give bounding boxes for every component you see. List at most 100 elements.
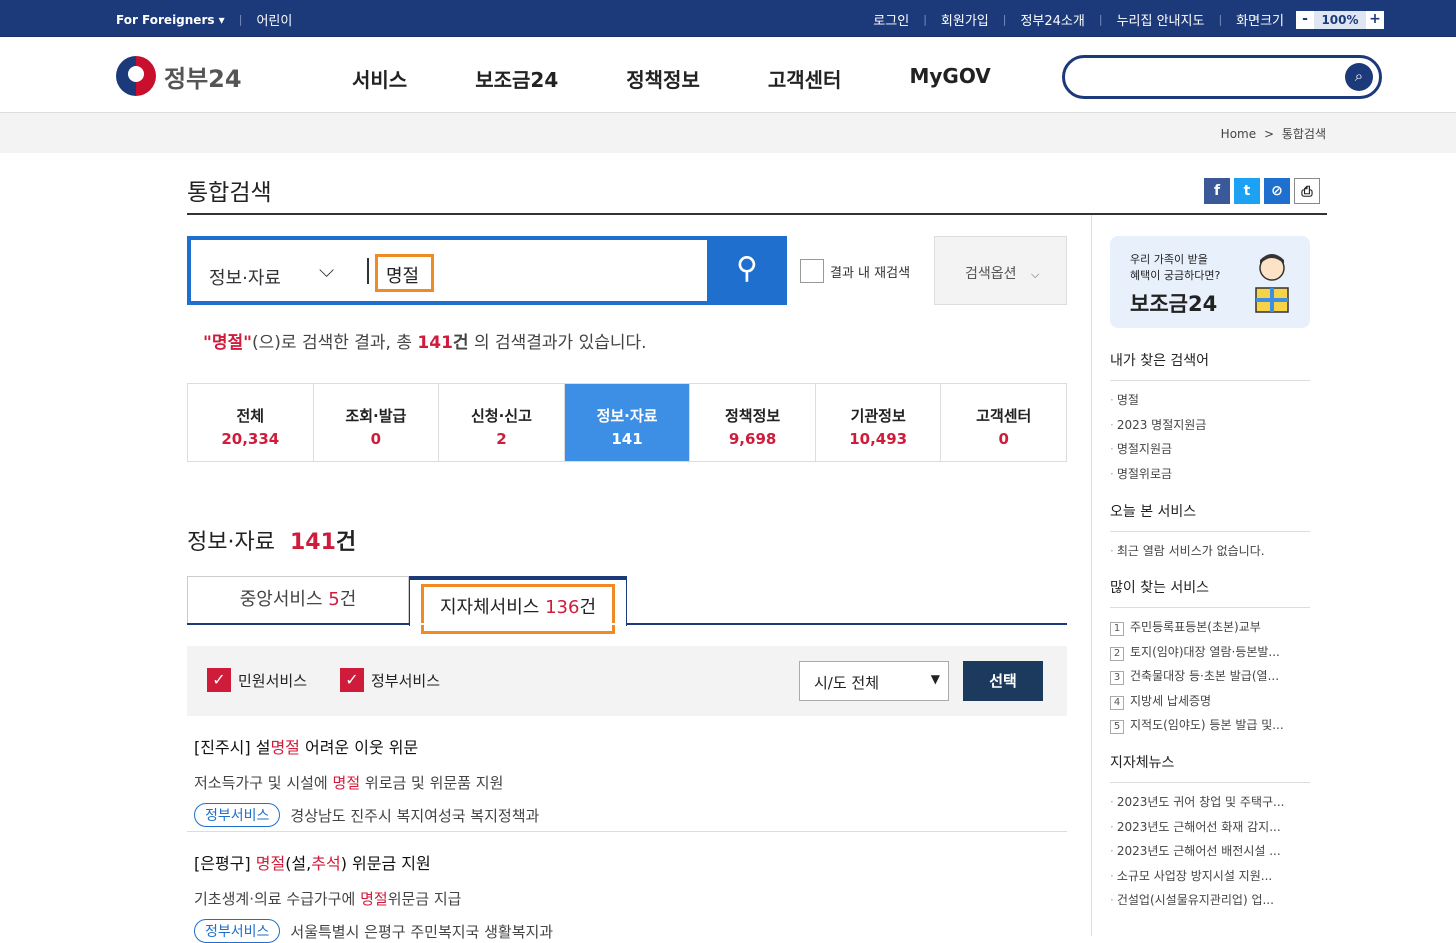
category-select[interactable]: 정보·자료 [209,264,281,290]
tab-label: 기관정보 [850,407,906,425]
desc-highlight: 명절 [332,774,361,792]
gov-service-checkbox[interactable]: ✓ 정부서비스 [340,668,440,692]
nav-item-services[interactable]: 서비스 [352,64,407,93]
tab-central-services[interactable]: 중앙서비스 5건 [187,576,409,624]
breadcrumb-separator: > [1263,127,1274,141]
banner-title: 보조금24 [1130,292,1218,316]
status-badge: 정부서비스 [194,803,281,827]
tab-all[interactable]: 전체 20,334 [188,384,314,461]
recent-search-text: 명절지원금 [1116,442,1173,456]
search-button[interactable]: ⚲ [707,236,787,305]
desc-text: 위문금 지급 [387,890,462,908]
header-search-input[interactable]: ⌕ [1062,55,1382,99]
recent-search-item[interactable]: · 2023 명절지원금 [1110,413,1310,438]
popular-item[interactable]: 4 지방세 납세증명 [1110,689,1310,714]
status-badge: 정부서비스 [194,919,281,943]
zoom-value: 100% [1314,10,1366,29]
chevron-down-icon[interactable]: ⌵ [319,258,334,282]
check-icon[interactable]: ✓ [340,668,364,692]
local-news: 지자체뉴스 · 2023년도 귀어 창업 및 주택구... · 2023년도 근해어… [1110,752,1310,913]
about-link[interactable]: 정부24소개 [1020,10,1084,29]
result-meta: 정부서비스 서울특별시 은평구 주민복지국 생활복지과 [194,919,1067,943]
popular-text: 지방세 납세증명 [1130,693,1212,708]
link-icon[interactable]: ⊘ [1264,178,1290,204]
print-icon[interactable]: ⎙ [1294,178,1320,204]
section-title-text: 정보·자료 [187,530,275,555]
tab-agency[interactable]: 기관정보 10,493 [816,384,942,461]
signup-link[interactable]: 회원가입 [941,10,989,29]
title-text: [진주시] 설 [194,738,271,757]
subsidy24-banner[interactable]: 우리 가족이 받을 혜택이 궁금하다면? 보조금24 [1110,236,1310,328]
popular-item[interactable]: 1 주민등록표등본(초본)교부 [1110,615,1310,640]
twitter-icon[interactable]: t [1234,178,1260,204]
tab-lookup[interactable]: 조회·발급 0 [314,384,440,461]
result-title[interactable]: [진주시] 설명절 어려운 이웃 위문 [194,734,1067,758]
search-box: 정보·자료 ⌵ 명절 ⚲ [187,236,787,305]
tab-info[interactable]: 정보·자료 141 [564,384,691,461]
tab-count: 9,698 [728,430,777,448]
popular-item[interactable]: 3 건축물대장 등·초본 발급(열... [1110,664,1310,689]
news-item[interactable]: · 2023년도 근해어선 배전시설 ... [1110,839,1310,864]
desc-text: 저소득가구 및 시설에 [194,774,333,792]
tab-count: 136 [545,597,580,618]
news-item[interactable]: · 2023년도 귀어 창업 및 주택구... [1110,790,1310,815]
news-item[interactable]: · 소규모 사업장 방지시설 지원... [1110,864,1310,889]
news-item[interactable]: · 건설업(시설물유지관리업) 업... [1110,888,1310,913]
desc-highlight: 명절 [360,890,388,908]
search-icon[interactable]: ⌕ [1345,63,1373,91]
mascot-icon [1255,254,1289,313]
recent-search-item[interactable]: · 명절지원금 [1110,437,1310,462]
highlight-box: 지자체서비스 136건 [421,584,615,634]
sitemap-link[interactable]: 누리집 안내지도 [1117,10,1205,29]
tab-policy[interactable]: 정책정보 9,698 [690,384,816,461]
nav-item-policy[interactable]: 정책정보 [626,64,700,93]
tab-apply[interactable]: 신청·신고 2 [439,384,565,461]
tab-support[interactable]: 고객센터 0 [941,384,1066,461]
global-nav: 서비스 보조금24 정책정보 고객센터 MyGOV [352,64,1059,93]
facebook-icon[interactable]: f [1204,178,1230,204]
result-desc: 저소득가구 및 시설에 명절 위로금 및 위문품 지원 [194,772,1067,793]
civil-service-checkbox[interactable]: ✓ 민원서비스 [207,668,307,692]
site-logo[interactable]: 정부24 [116,56,242,96]
region-select[interactable]: 시/도 전체 ▼ [799,661,949,701]
zoom-out-button[interactable]: - [1296,10,1314,29]
desc-text: 기초생계·의료 수급가구에 [194,890,361,908]
section-title: 정보·자료 141건 [187,524,356,556]
recent-search-text: 명절 [1116,393,1139,407]
breadcrumb-home[interactable]: Home [1221,127,1256,141]
nav-item-subsidy24[interactable]: 보조금24 [475,64,558,93]
tab-local-services[interactable]: 지자체서비스 136건 [409,576,627,634]
check-icon[interactable]: ✓ [207,668,231,692]
checkbox-icon[interactable] [800,259,824,283]
search-options-button[interactable]: 검색옵션 ⌵ [934,236,1067,305]
kids-link[interactable]: 어린이 [256,10,292,29]
category-tabs: 전체 20,334 조회·발급 0 신청·신고 2 정보·자료 141 정책정보 9,69… [187,383,1067,462]
tab-unit: 건 [339,589,357,610]
nav-item-mygov[interactable]: MyGOV [909,64,990,93]
popular-services-title: 많이 찾는 서비스 [1110,577,1310,608]
summary-query: 명절 [211,333,244,353]
share-buttons: f t ⊘ ⎙ [1204,178,1320,204]
popular-item[interactable]: 5 지적도(임야도) 등본 발급 및... [1110,713,1310,738]
divider: | [238,13,243,26]
for-foreigners-link[interactable]: For Foreigners ▾ [116,13,225,27]
nav-item-support[interactable]: 고객센터 [768,64,842,93]
rank-number: 3 [1110,671,1124,685]
zoom-in-button[interactable]: + [1366,10,1384,29]
desc-text: 위로금 및 위문품 지원 [360,774,504,792]
result-title[interactable]: [은평구] 명절(설,추석) 위문금 지원 [194,850,1067,874]
recent-search-item[interactable]: · 명절 [1110,388,1310,413]
popular-item[interactable]: 2 토지(임야)대장 열람·등본발... [1110,640,1310,665]
login-link[interactable]: 로그인 [873,10,909,29]
search-query-input[interactable]: 명절 [375,254,434,292]
today-viewed-title: 오늘 본 서비스 [1110,501,1310,532]
search-within-results[interactable]: 결과 내 재검색 [800,259,910,283]
apply-button[interactable]: 선택 [963,661,1043,701]
title-text: 어려운 이웃 위문 [299,738,419,757]
summary-count: 141 [417,333,453,353]
tab-count: 2 [496,430,507,448]
news-item[interactable]: · 2023년도 근해어선 화재 감지... [1110,815,1310,840]
page-title: 통합검색 [187,180,272,206]
recent-search-item[interactable]: · 명절위로금 [1110,462,1310,487]
tab-label: 고객센터 [976,407,1032,425]
